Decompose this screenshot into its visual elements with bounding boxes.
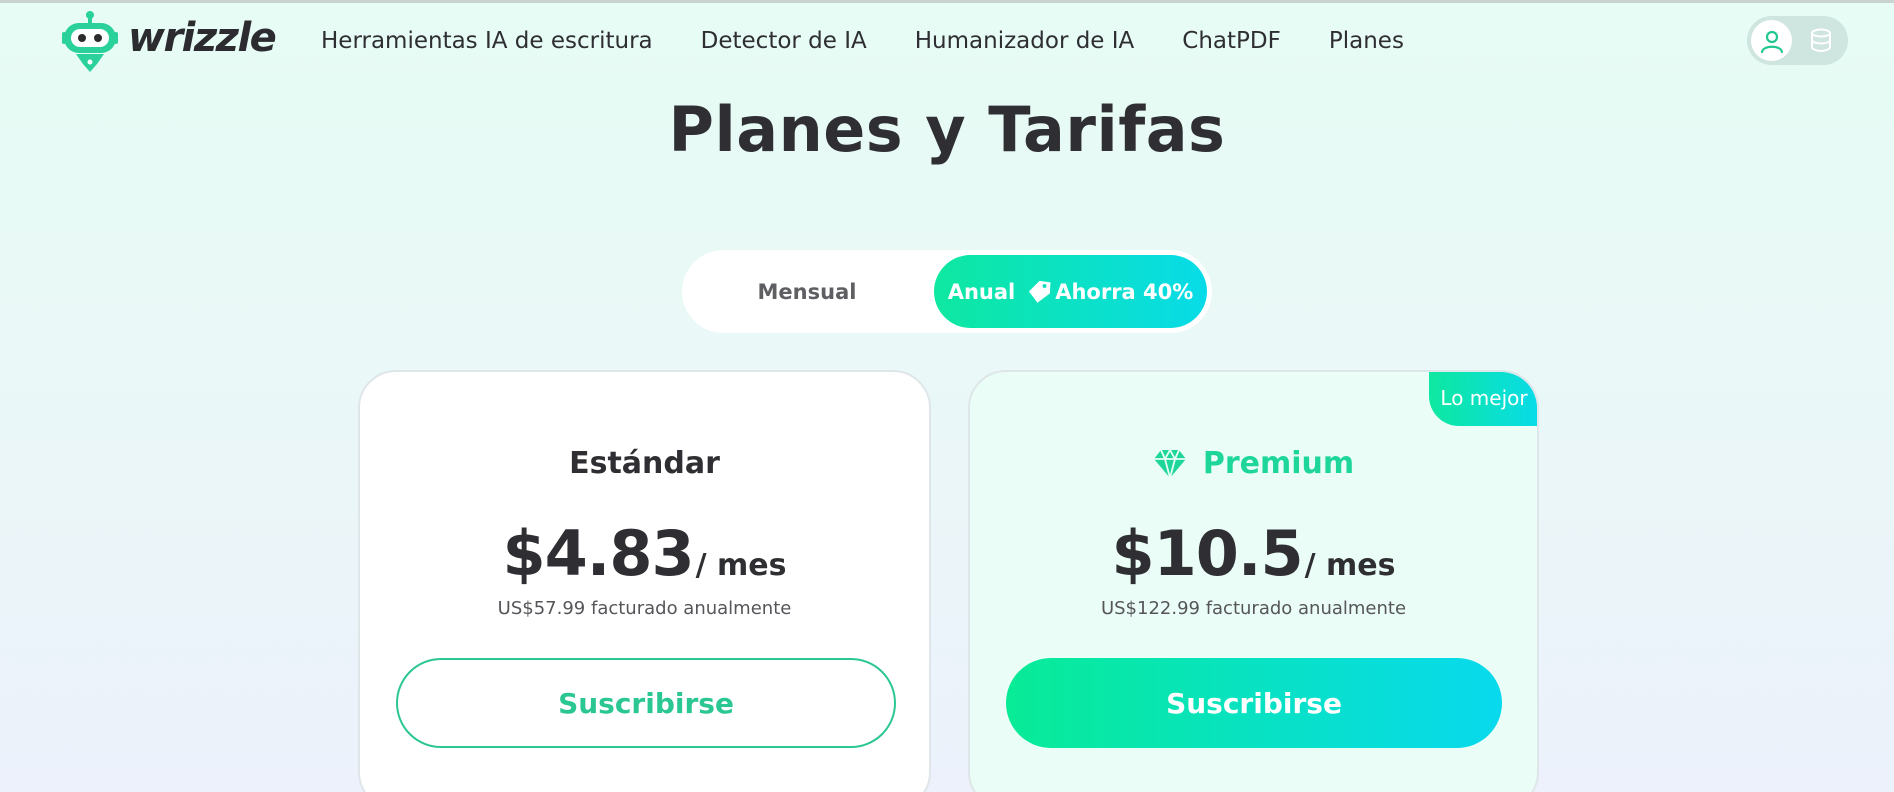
brand-name: wrizzle xyxy=(128,15,277,61)
main-nav: Herramientas IA de escritura Detector de… xyxy=(321,28,1452,54)
price-row: $10.5 / mes xyxy=(970,517,1537,590)
plan-card-standard: Estándar $4.83 / mes US$57.99 facturado … xyxy=(358,370,931,792)
nav-item-writing-tools[interactable]: Herramientas IA de escritura xyxy=(321,28,653,54)
billed-annually-note: US$57.99 facturado anualmente xyxy=(497,598,792,619)
plan-name-row: Premium xyxy=(970,446,1537,481)
plan-price: $10.5 xyxy=(1111,517,1304,590)
nav-item-ai-humanizer[interactable]: Humanizador de IA xyxy=(915,28,1135,54)
best-badge: Lo mejor xyxy=(1429,372,1537,426)
account-toggle[interactable] xyxy=(1747,16,1848,65)
nav-item-plans[interactable]: Planes xyxy=(1329,28,1404,54)
nav-item-chatpdf[interactable]: ChatPDF xyxy=(1182,28,1281,54)
page-title: Planes y Tarifas xyxy=(668,93,1226,166)
nav-item-ai-detector[interactable]: Detector de IA xyxy=(701,28,867,54)
brand-logo[interactable]: wrizzle xyxy=(62,10,277,72)
subscribe-button-standard[interactable]: Suscribirse xyxy=(396,658,896,748)
price-row: $4.83 / mes xyxy=(360,517,929,590)
price-tag-icon xyxy=(1029,280,1051,304)
discount-label: Ahorra 40% xyxy=(1055,279,1194,304)
billing-option-annual[interactable]: Anual Ahorra 40% xyxy=(934,255,1207,328)
diamond-icon xyxy=(1153,448,1187,479)
plan-price: $4.83 xyxy=(502,517,695,590)
price-period: / mes xyxy=(1304,548,1396,583)
user-icon[interactable] xyxy=(1751,20,1792,61)
billing-option-monthly[interactable]: Mensual xyxy=(682,250,932,333)
plan-name: Estándar xyxy=(569,446,720,481)
billed-annually-note: US$122.99 facturado anualmente xyxy=(1100,598,1407,619)
subscribe-button-premium[interactable]: Suscribirse xyxy=(1006,658,1502,748)
plan-name: Premium xyxy=(1202,446,1355,481)
annual-label: Anual xyxy=(947,279,1016,304)
billing-period-toggle: Mensual Anual Ahorra 40% xyxy=(682,250,1212,333)
robot-logo-icon xyxy=(62,10,118,72)
price-period: / mes xyxy=(695,548,787,583)
site-header: wrizzle Herramientas IA de escritura Det… xyxy=(0,0,1894,92)
coins-icon[interactable] xyxy=(1809,28,1833,58)
plan-card-premium: Lo mejor Premium $10.5 / mes US$122.99 f… xyxy=(968,370,1539,792)
